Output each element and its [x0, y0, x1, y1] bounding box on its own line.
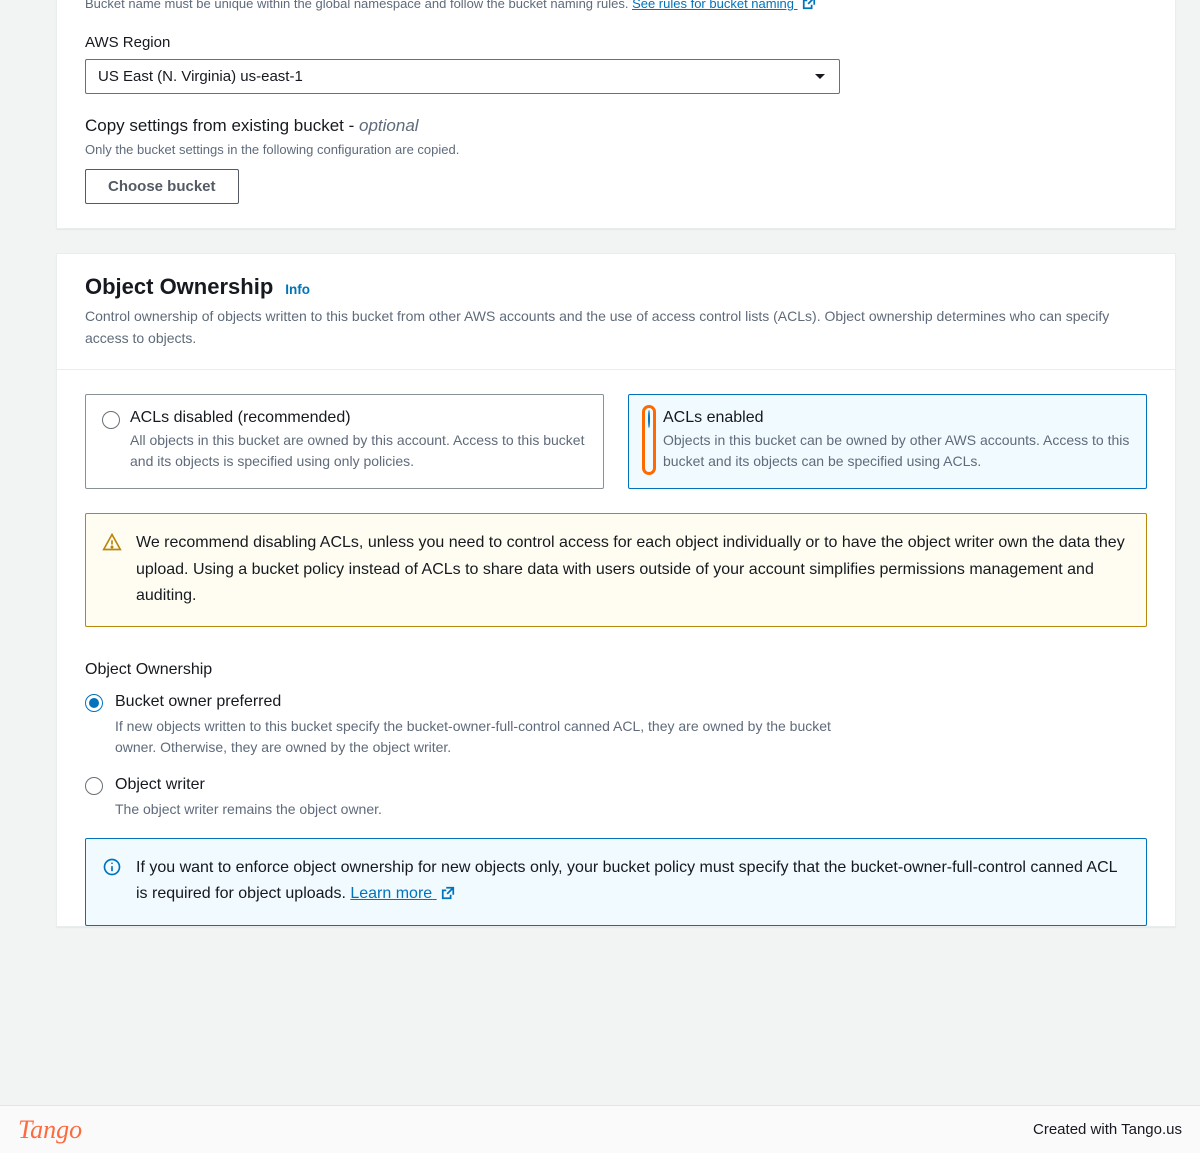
acls-disabled-tile[interactable]: ACLs disabled (recommended) All objects …: [85, 394, 604, 489]
caret-down-icon: [814, 68, 826, 84]
tango-footer: Tango Created with Tango.us: [0, 1105, 1200, 1153]
copy-settings-help: Only the bucket settings in the followin…: [85, 140, 1147, 160]
bucket-owner-preferred-desc: If new objects written to this bucket sp…: [115, 716, 845, 758]
radio-icon: [102, 411, 120, 429]
tango-credit: Created with Tango.us: [1033, 1121, 1182, 1138]
form-scroll-area: Bucket name must be unique within the gl…: [0, 0, 1200, 1153]
external-link-icon: [441, 883, 455, 909]
region-select[interactable]: US East (N. Virginia) us-east-1: [85, 59, 840, 94]
bucket-name-help-text: Bucket name must be unique within the gl…: [85, 0, 628, 11]
bucket-owner-preferred-option[interactable]: Bucket owner preferred: [85, 693, 1147, 712]
acls-enabled-desc: Objects in this bucket can be owned by o…: [663, 430, 1130, 472]
highlight-ring: [645, 408, 653, 472]
radio-icon: [85, 694, 103, 712]
bucket-owner-preferred-title: Bucket owner preferred: [115, 693, 281, 712]
ownership-desc: Control ownership of objects written to …: [85, 306, 1147, 349]
acls-enabled-title: ACLs enabled: [663, 409, 1130, 427]
ownership-sub-label: Object Ownership: [85, 661, 1147, 679]
object-writer-desc: The object writer remains the object own…: [115, 799, 845, 820]
bucket-name-help: Bucket name must be unique within the gl…: [85, 0, 1147, 16]
acls-disabled-title: ACLs disabled (recommended): [130, 409, 587, 427]
tango-logo: Tango: [18, 1115, 82, 1145]
radio-icon: [648, 410, 650, 428]
acl-warning-alert: We recommend disabling ACLs, unless you …: [85, 513, 1147, 626]
learn-more-link[interactable]: Learn more: [350, 885, 454, 902]
region-label: AWS Region: [85, 34, 1147, 51]
object-writer-title: Object writer: [115, 776, 205, 795]
enforce-info-alert: If you want to enforce object ownership …: [85, 838, 1147, 927]
object-ownership-panel: Object Ownership Info Control ownership …: [56, 253, 1176, 927]
copy-settings-label: Copy settings from existing bucket - opt…: [85, 116, 1147, 136]
enforce-info-text: If you want to enforce object ownership …: [136, 855, 1128, 910]
ownership-title: Object Ownership: [85, 274, 273, 300]
acl-tile-row: ACLs disabled (recommended) All objects …: [57, 370, 1175, 489]
ownership-header: Object Ownership Info Control ownership …: [57, 254, 1175, 370]
rules-link[interactable]: See rules for bucket naming: [632, 0, 816, 11]
warning-icon: [102, 532, 122, 609]
ownership-sub-section: Object Ownership Bucket owner preferred …: [57, 627, 1175, 927]
acls-enabled-tile[interactable]: ACLs enabled Objects in this bucket can …: [628, 394, 1147, 489]
object-writer-option[interactable]: Object writer: [85, 776, 1147, 795]
ownership-info-link[interactable]: Info: [285, 282, 310, 297]
acls-disabled-desc: All objects in this bucket are owned by …: [130, 430, 587, 472]
general-config-panel: Bucket name must be unique within the gl…: [56, 0, 1176, 229]
choose-bucket-button[interactable]: Choose bucket: [85, 169, 239, 204]
external-link-icon: [802, 0, 816, 16]
info-icon: [102, 857, 122, 910]
acl-warning-text: We recommend disabling ACLs, unless you …: [136, 530, 1128, 609]
region-select-value: US East (N. Virginia) us-east-1: [85, 59, 840, 94]
radio-icon: [85, 777, 103, 795]
